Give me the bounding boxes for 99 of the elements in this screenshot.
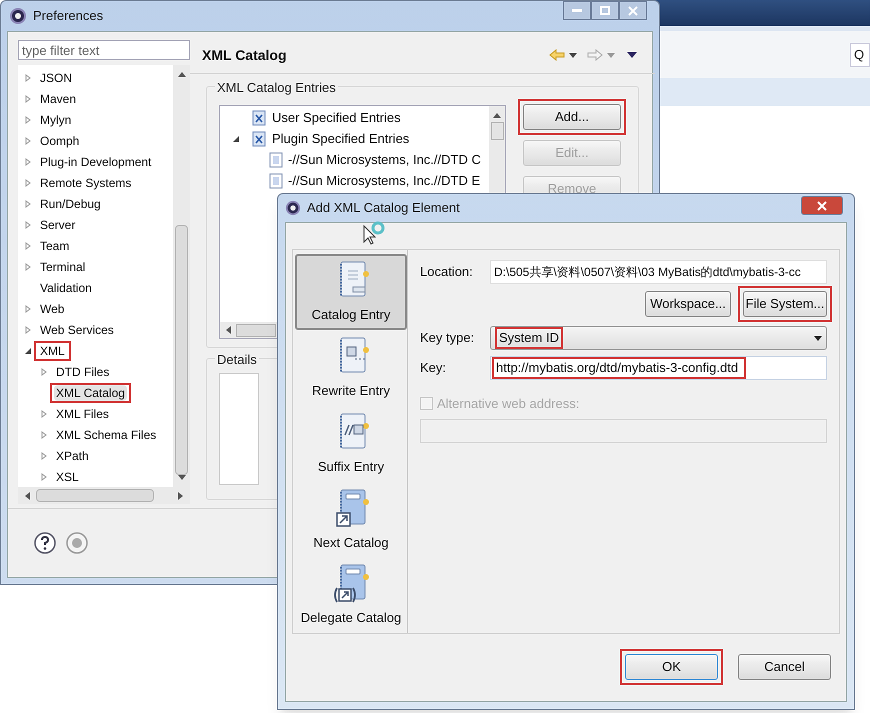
dropdown-arrow-icon bbox=[814, 336, 822, 340]
catalog-icon bbox=[251, 110, 267, 126]
tree-item[interactable]: JSON bbox=[38, 70, 74, 86]
tree-item[interactable]: XSL bbox=[54, 468, 81, 484]
record-icon[interactable] bbox=[66, 532, 88, 554]
scroll-left-icon[interactable] bbox=[24, 492, 30, 500]
tree-item[interactable]: Plug-in Development bbox=[38, 154, 154, 170]
dropdown-value: System ID bbox=[499, 329, 559, 347]
collapsed-arrow-icon[interactable] bbox=[40, 452, 48, 460]
collapsed-arrow-icon[interactable] bbox=[24, 326, 32, 334]
tree-item[interactable]: User Specified Entries bbox=[272, 108, 401, 128]
collapsed-arrow-icon[interactable] bbox=[40, 472, 48, 480]
tree-item[interactable]: Run/Debug bbox=[38, 196, 103, 212]
dialog-button[interactable]: OK bbox=[625, 654, 718, 680]
tree-item[interactable]: DTD Files bbox=[54, 364, 112, 380]
section-item[interactable]: Suffix Entry bbox=[295, 406, 407, 482]
tree-item[interactable]: Validation bbox=[38, 280, 94, 296]
close-button[interactable] bbox=[619, 1, 647, 20]
scroll-up-icon[interactable] bbox=[493, 112, 501, 118]
tree-item[interactable]: -//Sun Microsystems, Inc.//DTD C bbox=[288, 150, 481, 170]
tree-item[interactable]: XPath bbox=[54, 448, 91, 464]
document-icon bbox=[269, 172, 283, 188]
collapsed-arrow-icon[interactable] bbox=[24, 158, 32, 166]
section-item[interactable]: Catalog Entry bbox=[295, 254, 407, 330]
collapsed-arrow-icon[interactable] bbox=[24, 136, 32, 144]
collapsed-arrow-icon[interactable] bbox=[24, 200, 32, 208]
collapsed-arrow-icon[interactable] bbox=[24, 178, 32, 186]
collapsed-arrow-icon[interactable] bbox=[24, 242, 32, 250]
scroll-right-icon[interactable] bbox=[178, 492, 184, 500]
tree-item[interactable]: Server bbox=[38, 216, 78, 232]
field-label: Key type: bbox=[420, 329, 476, 348]
tree-item[interactable]: Oomph bbox=[38, 132, 82, 148]
collapsed-arrow-icon[interactable] bbox=[40, 368, 48, 376]
tree-item[interactable]: -//Sun Microsystems, Inc.//DTD E bbox=[288, 170, 480, 190]
collapsed-arrow-icon[interactable] bbox=[40, 430, 48, 438]
dialog-button[interactable]: Cancel bbox=[738, 654, 831, 680]
dialog-button[interactable]: Workspace... bbox=[645, 291, 731, 317]
section-item[interactable]: Next Catalog bbox=[295, 481, 407, 558]
collapsed-arrow-icon[interactable] bbox=[40, 410, 48, 418]
key-type-dropdown[interactable]: System ID bbox=[490, 326, 827, 350]
help-icon[interactable] bbox=[34, 532, 56, 554]
dropdown-icon[interactable] bbox=[569, 52, 577, 58]
collapsed-arrow-icon[interactable] bbox=[24, 94, 32, 102]
scroll-up-icon[interactable] bbox=[178, 71, 186, 77]
tree-item[interactable]: XML Catalog bbox=[54, 384, 127, 400]
scroll-thumb[interactable] bbox=[236, 324, 276, 336]
field-label: Key: bbox=[420, 359, 448, 378]
page-title: XML Catalog bbox=[202, 46, 287, 65]
dialog-button[interactable]: Add... bbox=[523, 104, 621, 130]
field-value: http://mybatis.org/dtd/mybatis-3-config.dtd bbox=[496, 359, 738, 377]
search-field[interactable]: Q bbox=[850, 42, 870, 66]
location-field[interactable]: D:\505共享\资料\0507\资料\03 MyBatis的dtd\mybatis-3-cc bbox=[490, 260, 827, 284]
document-icon bbox=[269, 152, 283, 168]
expanded-arrow-icon[interactable] bbox=[24, 346, 32, 354]
vertical-scrollbar[interactable] bbox=[173, 65, 190, 487]
tree-item[interactable]: Web bbox=[38, 300, 66, 316]
tree-item[interactable]: XML bbox=[38, 342, 67, 358]
collapsed-arrow-icon[interactable] bbox=[24, 262, 32, 270]
field-label: Location: bbox=[420, 263, 474, 282]
close-icon bbox=[628, 6, 638, 16]
collapsed-arrow-icon[interactable] bbox=[24, 116, 32, 124]
scroll-left-icon[interactable] bbox=[225, 326, 231, 334]
minimize-icon bbox=[572, 8, 582, 12]
tree-item[interactable]: XML Files bbox=[54, 406, 111, 422]
dialog-button[interactable]: File System... bbox=[743, 291, 827, 317]
alternative-address-field[interactable] bbox=[420, 418, 827, 442]
catalog-icon bbox=[251, 130, 267, 146]
tree-item[interactable]: Plugin Specified Entries bbox=[272, 128, 410, 148]
close-icon bbox=[817, 200, 827, 210]
expanded-arrow-icon[interactable] bbox=[232, 134, 240, 142]
close-button[interactable] bbox=[801, 196, 843, 215]
collapsed-arrow-icon[interactable] bbox=[24, 304, 32, 312]
section-item[interactable]: Rewrite Entry bbox=[295, 330, 407, 406]
maximize-button[interactable] bbox=[591, 1, 619, 20]
collapsed-arrow-icon[interactable] bbox=[24, 220, 32, 228]
tree-item[interactable]: Terminal bbox=[38, 258, 88, 274]
filter-field[interactable]: type filter text bbox=[18, 40, 190, 60]
tree-item[interactable]: Remote Systems bbox=[38, 174, 134, 190]
minimize-button[interactable] bbox=[563, 1, 591, 20]
tree-item[interactable]: Mylyn bbox=[38, 112, 74, 128]
tree-item[interactable]: XML Schema Files bbox=[54, 426, 158, 442]
key-field[interactable]: http://mybatis.org/dtd/mybatis-3-config.dtd bbox=[490, 356, 827, 380]
app-icon bbox=[285, 200, 301, 216]
tree-item[interactable]: Team bbox=[38, 238, 72, 254]
section-item[interactable]: Delegate Catalog bbox=[295, 557, 407, 633]
scroll-thumb[interactable] bbox=[36, 489, 154, 502]
scroll-thumb[interactable] bbox=[175, 225, 188, 475]
window-title: Add XML Catalog Element bbox=[307, 199, 460, 218]
forward-arrow-icon[interactable] bbox=[587, 49, 603, 61]
scroll-thumb[interactable] bbox=[490, 122, 504, 140]
window-title: Preferences bbox=[33, 7, 104, 26]
collapsed-arrow-icon[interactable] bbox=[24, 74, 32, 82]
maximize-icon bbox=[600, 6, 610, 15]
app-icon bbox=[9, 7, 27, 25]
tree-item[interactable]: Maven bbox=[38, 90, 78, 106]
horizontal-scrollbar[interactable] bbox=[18, 487, 190, 504]
tree-item[interactable]: Web Services bbox=[38, 322, 116, 338]
checkbox-label: Alternative web address: bbox=[437, 395, 580, 413]
view-menu-icon[interactable] bbox=[627, 52, 637, 58]
